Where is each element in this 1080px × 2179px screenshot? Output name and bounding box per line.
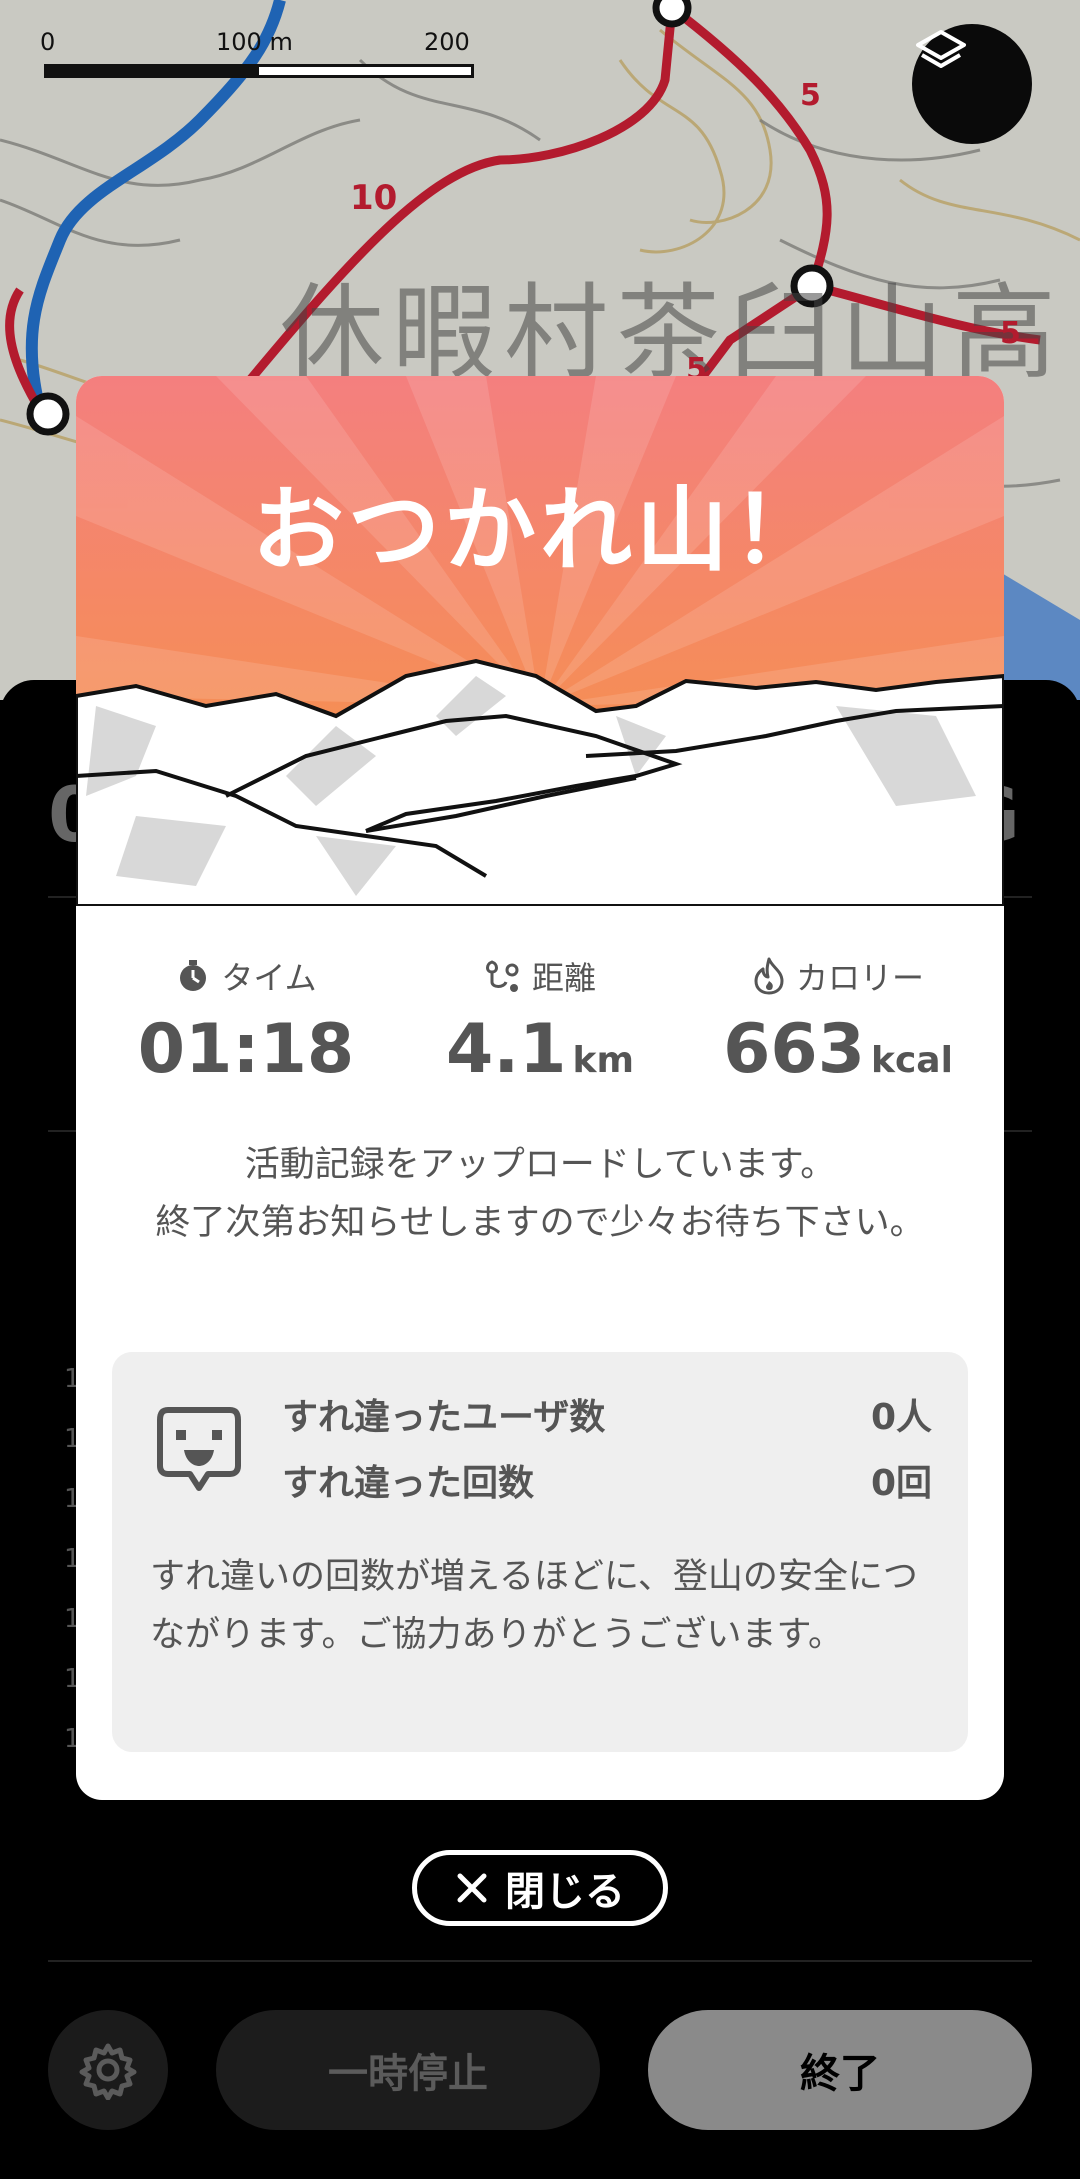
contour-label: 10	[350, 178, 398, 218]
gear-icon	[79, 2043, 137, 2100]
scale-tick-label: 100 m	[216, 28, 293, 56]
stat-distance: 距離 4.1 km	[390, 954, 690, 1089]
stopwatch-icon	[180, 960, 207, 991]
stat-distance-value: 4.1	[446, 1010, 567, 1089]
route-pin-icon	[486, 960, 519, 992]
pass-users-row: すれ違ったユーザ数 0人	[282, 1388, 932, 1440]
hero-banner: おつかれ山！	[76, 376, 1004, 906]
contour-label: 5	[1000, 316, 1021, 351]
stat-calories: カロリー 663 kcal	[688, 954, 988, 1089]
pass-note: すれ違いの回数が増えるほどに、登山の安全につながります。ご協力ありがとうございま…	[150, 1557, 918, 1655]
flame-icon	[754, 957, 784, 995]
stat-calories-unit: kcal	[871, 1040, 953, 1081]
scale-bar-graphic	[44, 64, 474, 78]
divider	[48, 1960, 1032, 1962]
scale-tick-label: 0	[40, 28, 56, 56]
pass-users-value: 0人	[870, 1397, 932, 1438]
close-icon	[457, 1873, 487, 1903]
layers-icon	[916, 30, 966, 68]
upload-message: 活動記録をアップロードしています。 終了次第お知らせしますので少々お待ち下さい。	[155, 1145, 925, 1243]
pass-count-label: すれ違った回数	[282, 1463, 535, 1504]
modal-title: おつかれ山！	[251, 477, 828, 584]
stat-distance-unit: km	[572, 1040, 634, 1081]
end-button[interactable]: 終了	[648, 2010, 1032, 2130]
finish-modal: おつかれ山！ タイム 01:18 距離 4.1 km カロリー 663 kcal…	[76, 376, 1004, 1800]
chat-face-icon	[157, 1407, 241, 1491]
stat-calories-label: カロリー	[795, 959, 924, 997]
map-layers-button[interactable]	[912, 24, 1032, 144]
stat-distance-label: 距離	[531, 959, 596, 997]
pass-info-box: すれ違ったユーザ数 0人 すれ違った回数 0回 すれ違いの回数が増えるほどに、登…	[112, 1352, 968, 1752]
pass-count-value: 0回	[870, 1463, 932, 1504]
stat-time-value: 01:18	[137, 1010, 355, 1089]
pause-button[interactable]: 一時停止	[216, 2010, 600, 2130]
close-button-label: 閉じる	[505, 1869, 625, 1915]
contour-label: 5	[800, 78, 821, 113]
stat-time: タイム 01:18	[96, 954, 396, 1089]
settings-button[interactable]	[48, 2010, 168, 2130]
activity-stats: タイム 01:18 距離 4.1 km カロリー 663 kcal	[76, 954, 1004, 1089]
stat-calories-value: 663	[723, 1010, 866, 1089]
close-button[interactable]: 閉じる	[412, 1850, 668, 1926]
map-scale-bar: 0 100 m 200 m	[40, 28, 480, 88]
stat-time-label: タイム	[221, 959, 317, 997]
pass-users-label: すれ違ったユーザ数	[282, 1397, 606, 1438]
pass-count-row: すれ違った回数 0回	[282, 1454, 932, 1506]
